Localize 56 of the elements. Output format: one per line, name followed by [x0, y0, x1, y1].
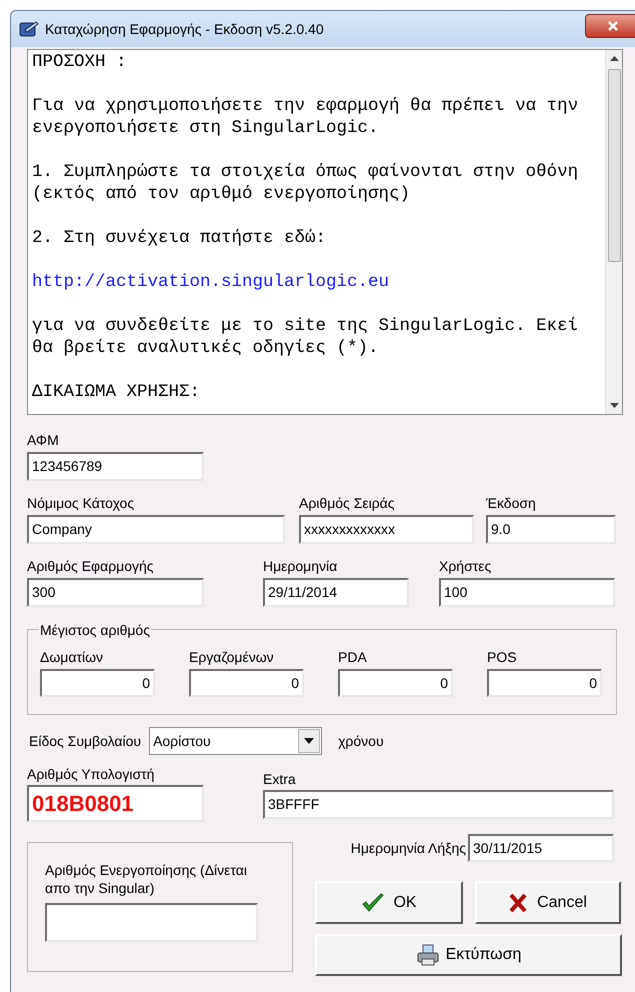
dropdown-button[interactable] [298, 729, 320, 753]
input-field[interactable]: 0 [189, 669, 304, 697]
activation-link[interactable]: http://activation.singularlogic.eu [32, 271, 390, 293]
app-icon [19, 20, 39, 38]
input-field[interactable]: xxxxxxxxxxxxx [299, 515, 474, 544]
field-label: Δωματίων [40, 648, 104, 666]
input-field[interactable]: 123456789 [27, 452, 204, 481]
field-label: Νόμιμος Κάτοχος [27, 494, 136, 512]
input-field[interactable]: 3BFFFF [263, 790, 614, 819]
activation-label: Αριθμός Ενεργοποίησης (Δίνεται απο την Singular) [45, 861, 248, 897]
scroll-down-icon[interactable] [610, 403, 618, 408]
field-label: Ημερομηνία Λήξης [350, 839, 466, 857]
field-label: Αριθμός Εφαρμογής [27, 557, 155, 575]
x-mark-icon [509, 892, 528, 912]
scrollbar[interactable] [605, 50, 622, 414]
notice-paragraph: Για να χρησιμοποιήσετε την εφαρμογή θα πρέπει να την ενεργοποιήσετε στη SingularLogic. [32, 95, 580, 139]
field-label: ΑΦΜ [27, 431, 60, 449]
input-field[interactable] [45, 903, 258, 942]
input-field[interactable]: 30/11/2015 [468, 834, 614, 862]
notice-paragraph: για να συνδεθείτε με το site της SingularLogic. Εκεί θα βρείτε αναλυτικές οδηγίες (*). [32, 315, 580, 359]
notice-paragraph: 1. Συμπληρώστε τα στοιχεία όπως φαίνονται στην οθόνη (εκτός από τον αριθμό ενεργοποίησης) [32, 161, 580, 205]
input-field[interactable]: 300 [27, 578, 204, 607]
input-field[interactable]: 018B0801 [27, 785, 204, 822]
input-field[interactable]: 29/11/2014 [263, 578, 409, 607]
field-label: Έκδοση [486, 494, 537, 512]
field-label: Αριθμός Σειράς [299, 494, 396, 512]
caret-icon [304, 738, 314, 744]
input-field[interactable]: 0 [40, 669, 155, 697]
input-field[interactable]: 0 [338, 669, 453, 697]
contract-dropdown[interactable]: Αορίστου [149, 727, 322, 755]
close-button[interactable] [585, 14, 635, 38]
input-field[interactable]: Company [27, 515, 285, 544]
notice-paragraph: 2. Στη συνέχεια πατήστε εδώ: [32, 227, 328, 249]
checkmark-icon [361, 892, 386, 912]
input-field[interactable]: 9.0 [486, 515, 616, 544]
notice-paragraph: ΔΙΚΑΙΩΜΑ ΧΡΗΣΗΣ: [32, 381, 202, 403]
field-label: Είδος Συμβολαίου [29, 732, 142, 750]
field-label: Extra [263, 770, 297, 788]
field-label: Αριθμός Υπολογιστή [27, 765, 156, 783]
close-icon [607, 20, 619, 32]
window-title: Καταχώρηση Εφαρμογής - Εκδοση v5.2.0.40 [45, 20, 324, 39]
field-label: Ημερομηνία [263, 557, 338, 575]
scroll-thumb[interactable] [608, 69, 620, 262]
input-field[interactable]: 100 [439, 578, 615, 607]
field-label: PDA [338, 648, 368, 666]
notice-paragraph: ΠΡΟΣΟΧΗ : [32, 51, 128, 73]
ok-button[interactable]: OK [315, 881, 463, 924]
field-label: Χρήστες [439, 557, 492, 575]
cancel-button[interactable]: Cancel [475, 881, 621, 924]
print-button[interactable]: Εκτύπωση [315, 934, 622, 976]
input-field[interactable]: 0 [487, 669, 602, 697]
scroll-up-icon[interactable] [610, 56, 618, 61]
field-label: Εργαζομένων [189, 648, 275, 666]
printer-icon [416, 944, 440, 966]
field-label: χρόνου [338, 732, 384, 750]
field-label: POS [487, 648, 518, 666]
